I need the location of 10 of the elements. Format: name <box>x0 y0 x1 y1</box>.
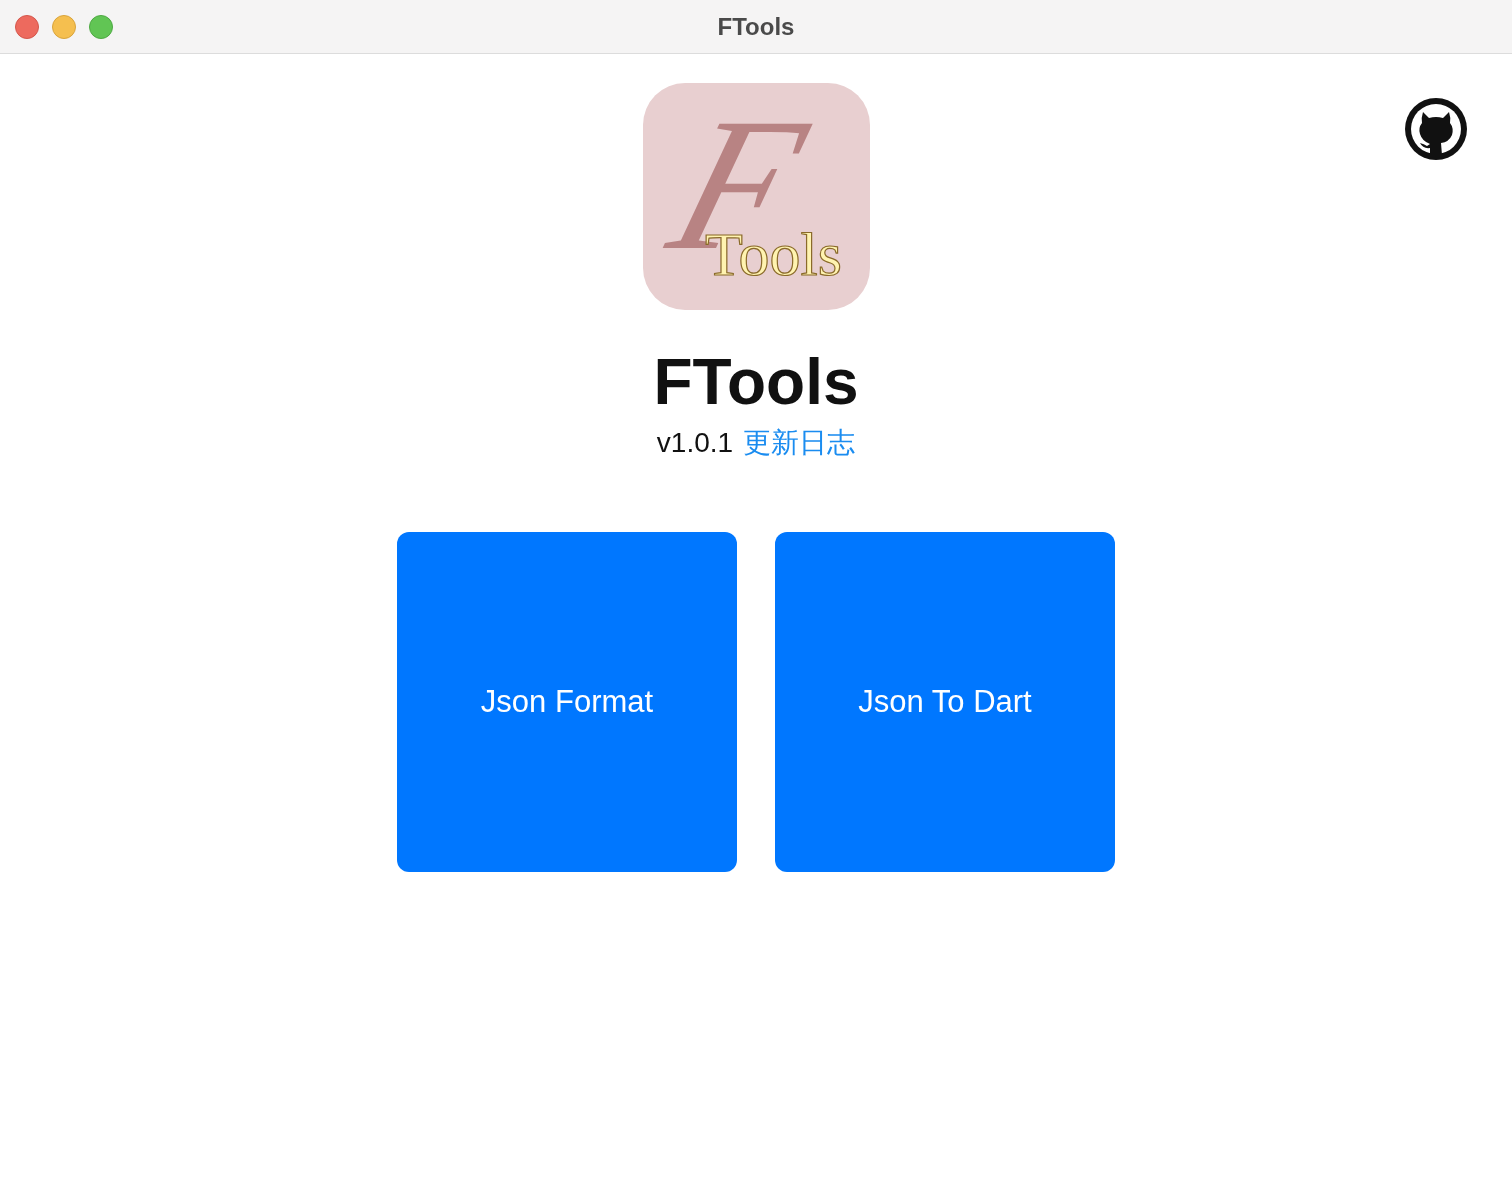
close-button[interactable] <box>15 14 39 39</box>
app-name: FTools <box>653 346 859 418</box>
cat-logo-icon[interactable] <box>1405 98 1467 160</box>
minimize-button[interactable] <box>52 14 76 39</box>
maximize-button[interactable] <box>89 14 113 39</box>
window-title: FTools <box>717 12 795 41</box>
changelog-link[interactable]: 更新日志 <box>743 424 856 462</box>
tool-button[interactable]: Json To Dart <box>775 532 1115 872</box>
tool-button[interactable]: Json Format <box>397 532 737 872</box>
version-label: v1.0.1 <box>656 427 734 459</box>
